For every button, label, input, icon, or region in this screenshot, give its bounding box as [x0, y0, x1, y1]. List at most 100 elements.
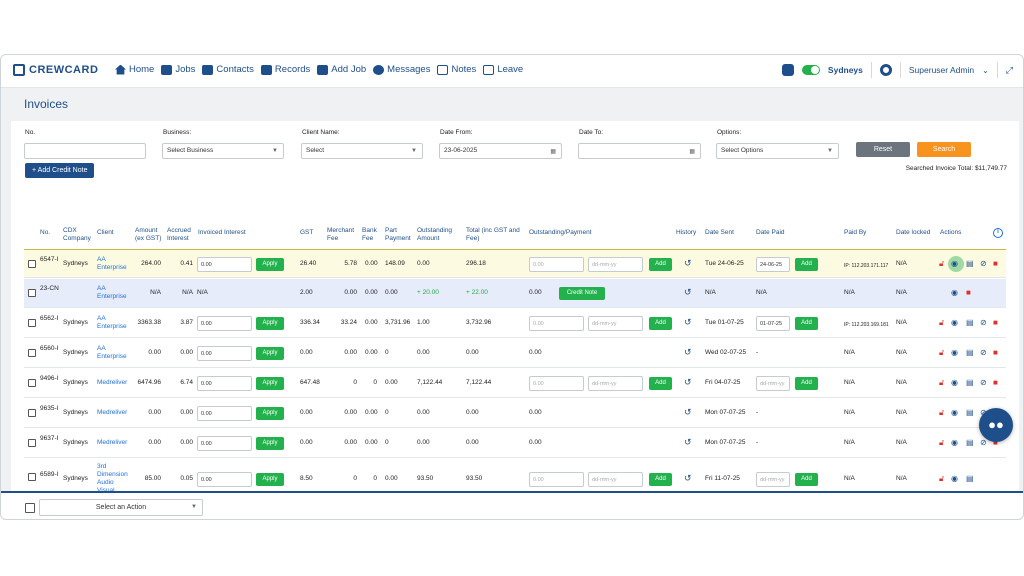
ban-icon[interactable]: ⊘ — [980, 378, 987, 388]
client-link[interactable]: Medreliver — [97, 439, 137, 447]
date-paid-input[interactable]: 24-06-25 — [756, 257, 790, 272]
client-select[interactable]: Select ▼ — [301, 143, 423, 159]
row-checkbox[interactable] — [28, 439, 36, 447]
user-menu[interactable]: Superuser Admin — [909, 65, 974, 75]
apply-button[interactable]: Apply — [256, 407, 284, 420]
gear-icon[interactable] — [879, 64, 892, 76]
invoiced-interest-input[interactable]: 0.00 — [197, 376, 252, 391]
trash-icon[interactable]: ■ — [966, 288, 971, 298]
invoiced-interest-input[interactable]: 0.00 — [197, 346, 252, 361]
chevron-down-icon[interactable]: ⌄ — [982, 66, 989, 75]
nav-jobs[interactable]: Jobs — [161, 64, 195, 75]
add-button[interactable]: Add — [649, 258, 672, 271]
client-link[interactable]: Medreliver — [97, 409, 137, 417]
eye-icon[interactable]: ◉ — [951, 474, 958, 484]
client-link[interactable]: 3rd Dimension Audio Visual — [97, 463, 133, 491]
chat-bubble-icon[interactable]: ●● — [979, 408, 1013, 442]
history-icon[interactable]: ↺ — [684, 473, 692, 484]
payment-date-input[interactable]: dd-mm-yy — [588, 376, 643, 391]
row-checkbox[interactable] — [28, 409, 36, 417]
reset-button[interactable]: Reset — [856, 142, 910, 157]
table-row[interactable]: 6547-I Sydneys AA Enterprise 264.00 0.41… — [24, 249, 1006, 278]
add-button[interactable]: Add — [795, 473, 818, 486]
client-link[interactable]: AA Enterprise — [97, 256, 133, 272]
table-row[interactable]: 23-CN AA Enterprise N/A N/A N/A 2.00 0.0… — [24, 279, 1006, 308]
add-button[interactable]: Add — [649, 473, 672, 486]
invoiced-interest-input[interactable]: 0.00 — [197, 406, 252, 421]
row-checkbox[interactable] — [28, 260, 36, 268]
payment-date-input[interactable]: dd-mm-yy — [588, 316, 643, 331]
payment-date-input[interactable]: dd-mm-yy — [588, 257, 643, 272]
select-all-checkbox[interactable] — [25, 503, 35, 513]
apply-button[interactable]: Apply — [256, 258, 284, 271]
ban-icon[interactable]: ⊘ — [980, 348, 987, 358]
credit-note-button[interactable]: Credit Note — [559, 287, 605, 300]
unlock-icon[interactable]: 🔓︎ — [939, 408, 944, 418]
row-checkbox[interactable] — [28, 379, 36, 387]
date-paid-input[interactable]: dd-mm-yy — [756, 376, 790, 391]
nav-records[interactable]: Records — [260, 64, 310, 75]
row-checkbox[interactable] — [28, 289, 36, 297]
client-link[interactable]: AA Enterprise — [97, 315, 133, 331]
history-icon[interactable]: ↺ — [684, 377, 692, 388]
add-button[interactable]: Add — [795, 258, 818, 271]
unlock-icon[interactable]: 🔓︎ — [939, 474, 944, 484]
info-icon[interactable]: i — [993, 228, 1003, 238]
unlock-icon[interactable]: 🔓︎ — [939, 318, 944, 328]
apply-button[interactable]: Apply — [256, 473, 284, 486]
history-icon[interactable]: ↺ — [684, 347, 692, 358]
ban-icon[interactable]: ⊘ — [980, 259, 987, 269]
date-to-input[interactable]: ▦ — [578, 143, 701, 159]
history-icon[interactable]: ↺ — [684, 258, 692, 269]
eye-icon[interactable]: ◉ — [951, 408, 958, 418]
eye-icon[interactable]: ◉ — [951, 348, 958, 358]
payment-amount-input[interactable]: 0.00 — [529, 316, 584, 331]
table-row[interactable]: 9635-I Sydneys Medreliver 0.00 0.00 0.00… — [24, 399, 1006, 428]
payment-amount-input[interactable]: 0.00 — [529, 376, 584, 391]
nav-notes[interactable]: Notes — [437, 64, 476, 75]
unlock-icon[interactable]: 🔓︎ — [939, 259, 944, 269]
apply-button[interactable]: Apply — [256, 377, 284, 390]
apply-button[interactable]: Apply — [256, 347, 284, 360]
eye-icon[interactable]: ◉ — [951, 318, 958, 328]
payment-amount-input[interactable]: 0.00 — [529, 472, 584, 487]
payment-date-input[interactable]: dd-mm-yy — [588, 472, 643, 487]
ban-icon[interactable]: ⊘ — [980, 318, 987, 328]
trash-icon[interactable]: ■ — [993, 318, 998, 328]
document-icon[interactable]: ▤ — [966, 348, 974, 358]
invoiced-interest-input[interactable]: 0.00 — [197, 316, 252, 331]
add-credit-note-button[interactable]: + Add Credit Note — [25, 163, 95, 178]
ban-icon[interactable]: ⊘ — [980, 438, 987, 448]
invoiced-interest-input[interactable]: 0.00 — [197, 257, 252, 272]
client-link[interactable]: AA Enterprise — [97, 345, 133, 361]
document-icon[interactable]: ▤ — [966, 259, 974, 269]
history-icon[interactable]: ↺ — [684, 437, 692, 448]
client-link[interactable]: AA Enterprise — [97, 285, 133, 301]
history-icon[interactable]: ↺ — [684, 407, 692, 418]
crewcard-logo[interactable]: CREWCARD — [13, 64, 98, 76]
table-row[interactable]: 6589-I Sydneys 3rd Dimension Audio Visua… — [24, 459, 1006, 491]
nav-add-job[interactable]: Add Job — [317, 64, 366, 75]
document-icon[interactable]: ▤ — [966, 408, 974, 418]
unlock-icon[interactable]: 🔓︎ — [939, 348, 944, 358]
nav-contacts[interactable]: Contacts — [202, 64, 254, 75]
eye-icon[interactable]: ◉ — [951, 438, 958, 448]
date-paid-input[interactable]: 01-07-25 — [756, 316, 790, 331]
unlock-icon[interactable]: 🔓︎ — [939, 378, 944, 388]
table-row[interactable]: 9496-I Sydneys Medreliver 6474.96 6.74 0… — [24, 369, 1006, 398]
row-checkbox[interactable] — [28, 349, 36, 357]
eye-icon[interactable]: ◉ — [951, 288, 958, 298]
trash-icon[interactable]: ■ — [993, 348, 998, 358]
options-select[interactable]: Select Options ▼ — [716, 143, 839, 159]
date-from-input[interactable]: 23-06-2025 ▦ — [439, 143, 562, 159]
business-select[interactable]: Select Business ▼ — [162, 143, 284, 159]
payment-amount-input[interactable]: 0.00 — [529, 257, 584, 272]
eye-icon[interactable]: ◉ — [951, 259, 958, 269]
row-checkbox[interactable] — [28, 319, 36, 327]
add-button[interactable]: Add — [795, 317, 818, 330]
nav-messages[interactable]: Messages — [373, 64, 430, 75]
document-icon[interactable]: ▤ — [966, 378, 974, 388]
document-icon[interactable]: ▤ — [966, 438, 974, 448]
trash-icon[interactable]: ■ — [993, 259, 998, 269]
document-icon[interactable]: ▤ — [966, 474, 974, 484]
